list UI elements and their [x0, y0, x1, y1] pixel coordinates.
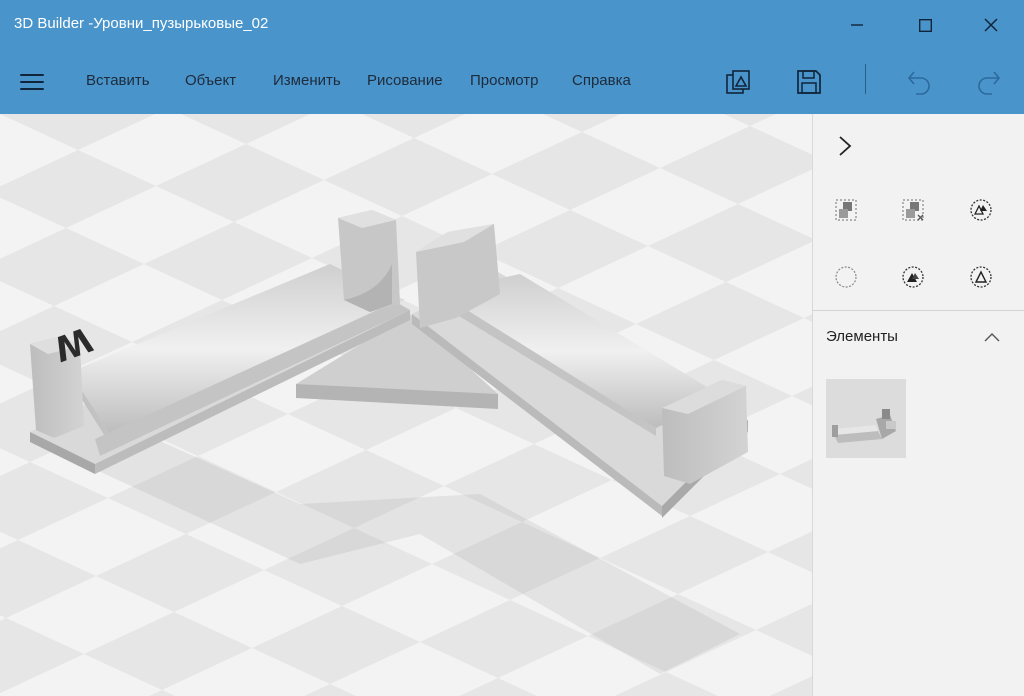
hamburger-menu-icon [20, 74, 44, 76]
panel-divider [813, 310, 1024, 311]
print-3d-button[interactable] [716, 62, 760, 102]
hamburger-menu-button[interactable] [16, 70, 48, 94]
merge-button[interactable] [961, 190, 1001, 230]
menu-paint[interactable]: Рисование [367, 72, 443, 89]
merge-icon [970, 199, 992, 221]
menu-object[interactable]: Объект [185, 72, 236, 89]
intersect-icon [970, 266, 992, 288]
undo-icon [907, 71, 930, 95]
maximize-button-real[interactable] [902, 0, 948, 50]
undo-button[interactable] [898, 62, 942, 102]
chevron-right-icon [839, 136, 852, 156]
element-thumbnail[interactable] [826, 379, 906, 458]
minimize-icon [851, 24, 863, 26]
hamburger-line [20, 88, 44, 90]
command-bar: Вставить Объект Изменить Рисование Просм… [0, 50, 1024, 114]
collapse-panel-button[interactable] [833, 132, 857, 160]
hamburger-line [20, 81, 44, 83]
window-title: 3D Builder -Уровни_пузырьковые_02 [14, 15, 269, 32]
menu-help[interactable]: Справка [572, 72, 631, 89]
side-panel: Элементы [812, 114, 1024, 696]
intersect-button[interactable] [961, 257, 1001, 297]
empty-selection-button[interactable] [826, 257, 866, 297]
3d-scene[interactable]: W [0, 114, 812, 696]
deselect-button[interactable] [893, 190, 933, 230]
subtract-icon [902, 266, 924, 288]
close-icon [984, 18, 998, 32]
menu-insert[interactable]: Вставить [86, 72, 150, 89]
menu-edit[interactable]: Изменить [273, 72, 341, 89]
deselect-icon [902, 199, 924, 221]
save-icon [797, 70, 821, 94]
minimize-button-real[interactable] [834, 0, 880, 50]
close-button[interactable] [968, 0, 1014, 50]
redo-button[interactable] [966, 62, 1010, 102]
command-separator [865, 64, 866, 94]
subtract-button[interactable] [893, 257, 933, 297]
3d-viewport[interactable]: W [0, 114, 812, 696]
elements-collapse-button[interactable] [977, 322, 1007, 352]
select-all-button[interactable] [826, 190, 866, 230]
maximize-icon [918, 18, 932, 32]
menu-view[interactable]: Просмотр [470, 72, 539, 89]
redo-icon [978, 71, 1001, 95]
save-button[interactable] [787, 62, 831, 102]
select-all-icon [835, 199, 857, 221]
empty-selection-icon [835, 266, 857, 288]
print-3d-icon [726, 70, 750, 94]
chevron-up-icon [984, 333, 1000, 342]
model-thumbnail-icon [832, 409, 896, 443]
elements-title: Элементы [826, 328, 898, 345]
